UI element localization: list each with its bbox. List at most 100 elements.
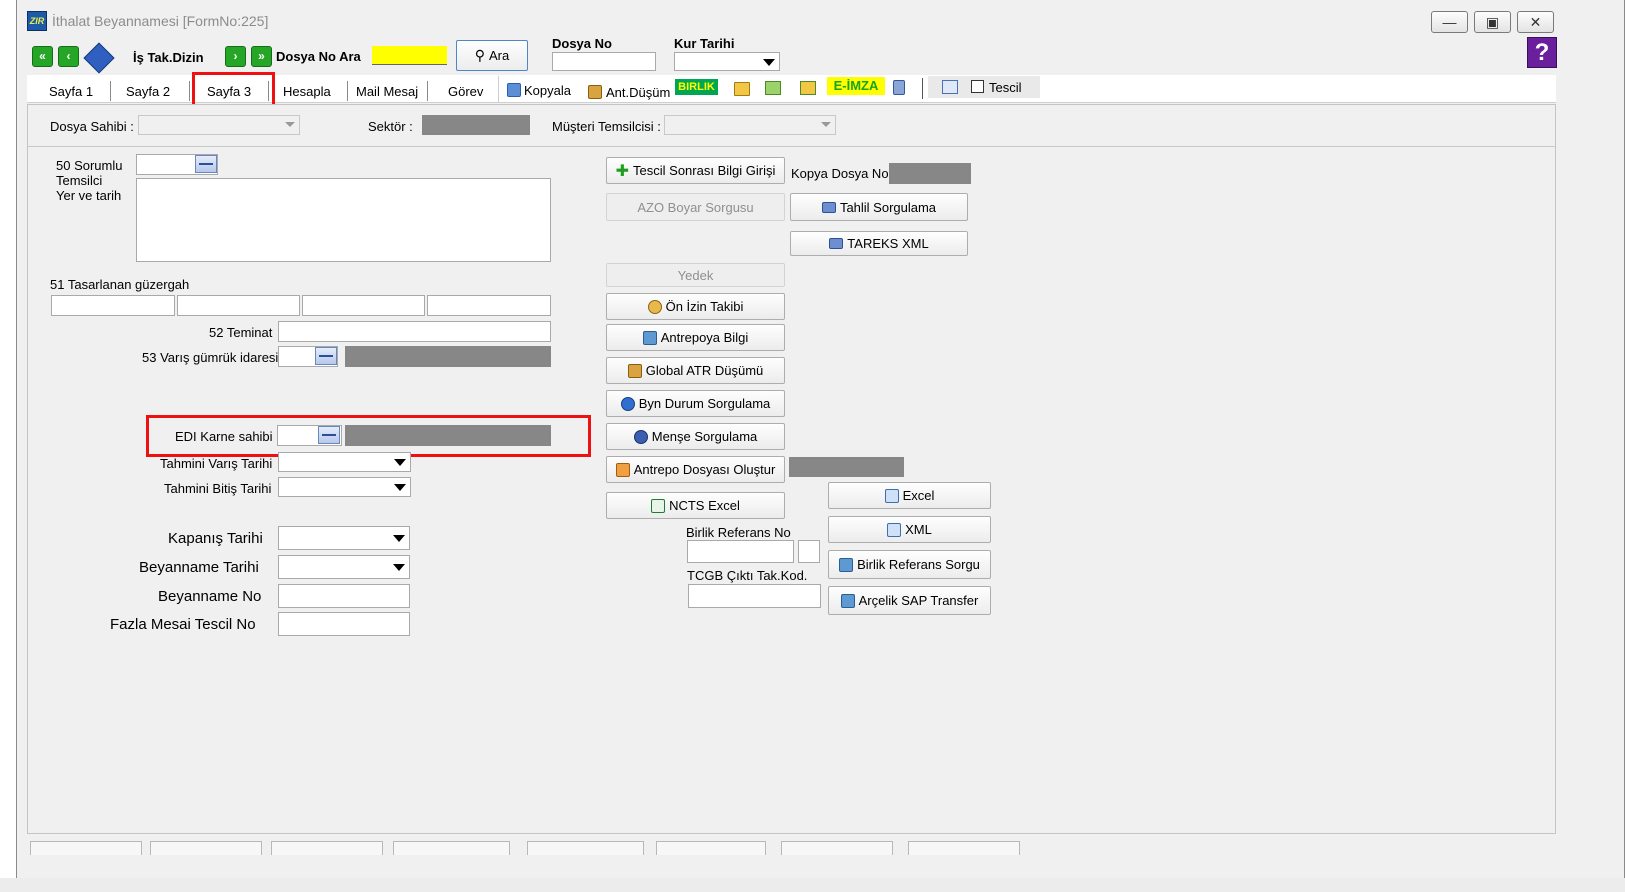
f50-label-line3: Yer ve tarih bbox=[56, 188, 122, 203]
e-imza-button[interactable]: E-İMZA bbox=[827, 77, 885, 95]
bottom-button-2[interactable] bbox=[150, 841, 262, 855]
tahmini-varis-select[interactable] bbox=[278, 452, 411, 472]
dosya-sahibi-label: Dosya Sahibi : bbox=[50, 119, 134, 134]
ara-button[interactable]: ⚲ Ara bbox=[456, 40, 528, 71]
tareks-xml-button[interactable]: TAREKS XML bbox=[790, 231, 968, 256]
bottom-button-3[interactable] bbox=[271, 841, 383, 855]
f51-input-4[interactable] bbox=[427, 295, 551, 316]
f53-label: 53 Varış gümrük idaresi bbox=[142, 350, 279, 365]
export-excel-icon bbox=[884, 488, 899, 503]
lookup-icon[interactable] bbox=[318, 426, 340, 444]
next-record-button[interactable]: › bbox=[225, 46, 246, 67]
plus-icon: ✚ bbox=[615, 162, 630, 180]
yedek-button[interactable]: Yedek bbox=[606, 263, 785, 287]
is-tak-dizin-label[interactable]: İş Tak.Dizin bbox=[133, 50, 204, 65]
tab-mail-mesaj[interactable]: Mail Mesaj bbox=[356, 84, 418, 99]
help-icon[interactable]: ? bbox=[1527, 37, 1557, 68]
f51-input-2[interactable] bbox=[177, 295, 300, 316]
upload-icon[interactable] bbox=[765, 81, 781, 95]
global-atr-button[interactable]: Global ATR Düşümü bbox=[606, 357, 785, 384]
birlik-referans-sorgu-button[interactable]: Birlik Referans Sorgu bbox=[828, 550, 991, 579]
bottom-button-5[interactable] bbox=[527, 841, 644, 855]
f51-input-1[interactable] bbox=[51, 295, 175, 316]
musteri-temsilcisi-label: Müşteri Temsilcisi : bbox=[552, 119, 661, 134]
birlik-referans-no-label: Birlik Referans No bbox=[686, 525, 791, 540]
dosya-no-input[interactable] bbox=[552, 52, 656, 71]
ara-button-label: Ara bbox=[489, 48, 510, 63]
close-button[interactable]: ✕ bbox=[1517, 11, 1554, 33]
export-xml-icon bbox=[887, 522, 902, 537]
first-record-button[interactable]: « bbox=[32, 46, 53, 67]
bottom-button-1[interactable] bbox=[30, 841, 142, 855]
antrepo-dosyasi-label: Antrepo Dosyası Oluştur bbox=[633, 462, 776, 477]
kapanis-tarihi-select[interactable] bbox=[278, 526, 410, 550]
preview-icon[interactable] bbox=[942, 80, 958, 94]
excel-button[interactable]: Excel bbox=[828, 482, 991, 509]
scale-icon bbox=[627, 363, 642, 378]
birlik-referans-no-input[interactable] bbox=[687, 540, 794, 563]
security-token-icon[interactable] bbox=[893, 80, 905, 95]
sektor-field bbox=[422, 115, 530, 135]
xml-button[interactable]: XML bbox=[828, 516, 991, 543]
bottom-button-7[interactable] bbox=[781, 841, 893, 855]
tahlil-label: Tahlil Sorgulama bbox=[839, 199, 937, 215]
tahlil-sorgulama-button[interactable]: Tahlil Sorgulama bbox=[790, 193, 968, 221]
tescil-sonrasi-button[interactable]: ✚ Tescil Sonrası Bilgi Girişi bbox=[606, 157, 785, 184]
mense-sorgulama-button[interactable]: Menşe Sorgulama bbox=[606, 423, 785, 450]
fazla-mesai-input[interactable] bbox=[278, 612, 410, 636]
beyanname-no-input[interactable] bbox=[278, 584, 410, 608]
ncts-excel-label: NCTS Excel bbox=[669, 498, 740, 513]
bottom-button-8[interactable] bbox=[908, 841, 1020, 855]
tahmini-bitis-label: Tahmini Bitiş Tarihi bbox=[164, 481, 272, 496]
tescil-checkbox[interactable] bbox=[971, 80, 984, 93]
dosya-no-search-input[interactable] bbox=[372, 46, 447, 65]
tahmini-bitis-select[interactable] bbox=[278, 477, 411, 497]
f51-input-3[interactable] bbox=[302, 295, 425, 316]
xml-label: XML bbox=[905, 522, 932, 537]
ant-dusum-button[interactable]: Ant.Düşüm bbox=[606, 85, 670, 100]
tab-bar bbox=[27, 75, 1556, 103]
tab-sayfa-1[interactable]: Sayfa 1 bbox=[49, 84, 93, 99]
kur-tarihi-select[interactable] bbox=[674, 52, 780, 71]
musteri-temsilcisi-select[interactable] bbox=[664, 115, 836, 135]
maximize-button[interactable]: ▣ bbox=[1474, 11, 1511, 33]
globe-icon bbox=[633, 429, 648, 444]
f50-yer-tarih-textarea[interactable] bbox=[136, 178, 551, 262]
on-izin-takibi-button[interactable]: Ön İzin Takibi bbox=[606, 293, 785, 320]
on-izin-label: Ön İzin Takibi bbox=[665, 299, 744, 314]
ncts-excel-button[interactable]: NCTS Excel bbox=[606, 492, 785, 519]
question-icon bbox=[620, 396, 635, 411]
tcgb-cikti-input[interactable] bbox=[688, 584, 821, 608]
folder-open-icon[interactable] bbox=[734, 82, 750, 96]
dosya-sahibi-select[interactable] bbox=[138, 115, 300, 135]
tab-sayfa-3[interactable]: Sayfa 3 bbox=[207, 84, 251, 99]
antrepo-dosyasi-button[interactable]: Antrepo Dosyası Oluştur bbox=[606, 456, 785, 483]
tab-hesapla[interactable]: Hesapla bbox=[283, 84, 331, 99]
bottom-button-6[interactable] bbox=[656, 841, 766, 855]
tab-gorev[interactable]: Görev bbox=[448, 84, 483, 99]
tab-sayfa-2[interactable]: Sayfa 2 bbox=[126, 84, 170, 99]
database-icon bbox=[642, 330, 657, 345]
folder-export-icon[interactable] bbox=[800, 81, 816, 95]
keyboard-icon bbox=[829, 238, 844, 249]
f52-teminat-input[interactable] bbox=[278, 321, 551, 342]
birlik-referans-suffix-input[interactable] bbox=[798, 540, 820, 563]
lookup-icon[interactable] bbox=[315, 347, 337, 365]
azo-boyar-button[interactable]: AZO Boyar Sorgusu bbox=[606, 193, 785, 221]
beyanname-tarihi-select[interactable] bbox=[278, 555, 410, 579]
kopyala-button[interactable]: Kopyala bbox=[524, 83, 571, 98]
tab-separator bbox=[347, 81, 348, 101]
antrepoya-bilgi-button[interactable]: Antrepoya Bilgi bbox=[606, 324, 785, 351]
arcelik-sap-button[interactable]: Arçelik SAP Transfer bbox=[828, 586, 991, 615]
birlik-button[interactable]: BIRLIK bbox=[675, 79, 718, 95]
lookup-icon[interactable] bbox=[195, 155, 217, 173]
bottom-button-4[interactable] bbox=[393, 841, 510, 855]
previous-record-button[interactable]: ‹ bbox=[58, 46, 79, 67]
right-icon: › bbox=[233, 49, 238, 63]
byn-durum-button[interactable]: Byn Durum Sorgulama bbox=[606, 390, 785, 417]
minimize-button[interactable]: — bbox=[1431, 11, 1468, 33]
beyanname-tarihi-label: Beyanname Tarihi bbox=[139, 559, 259, 576]
last-record-button[interactable]: » bbox=[251, 46, 272, 67]
edi-karne-name-field bbox=[345, 425, 551, 446]
arcelik-sap-label: Arçelik SAP Transfer bbox=[858, 593, 979, 608]
